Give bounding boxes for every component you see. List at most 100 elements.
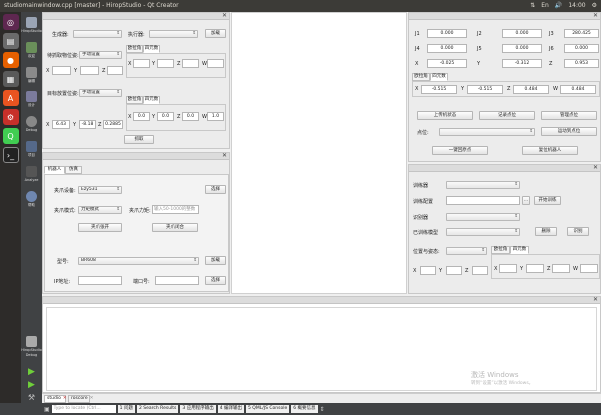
train-config-input[interactable]	[446, 196, 520, 205]
record-point-button[interactable]: 记录点位	[479, 111, 535, 120]
tab-quaternion-state[interactable]: 四元数	[430, 73, 448, 81]
mode-edit[interactable]: 编辑	[21, 64, 42, 89]
vision-qy-input[interactable]	[526, 264, 544, 273]
mode-debug[interactable]: Debug	[21, 113, 42, 138]
pick-pose-mode-combo[interactable]: 手动设置	[79, 51, 122, 59]
pick-qx-input[interactable]	[133, 59, 150, 68]
joint5-value[interactable]: 0.000	[502, 44, 542, 53]
close-icon[interactable]: ✕	[90, 396, 94, 401]
state-qw-value[interactable]: 0.484	[560, 85, 596, 94]
settings-icon[interactable]: ⚙	[2, 109, 19, 125]
vision-z-input[interactable]	[472, 266, 488, 275]
central-viewport[interactable]	[231, 12, 407, 294]
recognizer-combo[interactable]	[446, 213, 520, 221]
tab-euler[interactable]: 欧拉角	[126, 45, 143, 53]
issues-pane-button[interactable]: 1 问题	[117, 405, 135, 413]
tab-euler-vision[interactable]: 欧拉角	[491, 246, 510, 254]
close-icon[interactable]: ✕	[593, 296, 598, 303]
app-output-pane-button[interactable]: 3 应用程序输出	[180, 405, 216, 413]
mode-design[interactable]: 设计	[21, 88, 42, 113]
vision-x-input[interactable]	[420, 266, 436, 275]
joint4-value[interactable]: 0.000	[427, 44, 467, 53]
get-state-button[interactable]: 上传机状态	[417, 111, 473, 120]
mode-projects[interactable]: 项目	[21, 138, 42, 163]
tab-robot[interactable]: 机器人	[44, 166, 65, 174]
model-load-button[interactable]: 加载	[205, 256, 226, 265]
mode-welcome[interactable]: 欢迎	[21, 39, 42, 64]
power-icon[interactable]: ⚙	[592, 0, 597, 12]
trained-model-combo[interactable]	[446, 228, 520, 236]
pose-y-value[interactable]: -0.312	[502, 59, 542, 68]
tab-quaternion-target[interactable]: 四元数	[143, 96, 160, 104]
run-button[interactable]: ▶	[21, 364, 42, 377]
gripper-mode-combo[interactable]: 力矩模式	[78, 206, 122, 214]
pose-z-value[interactable]: 0.953	[564, 59, 599, 68]
files-icon[interactable]: ▤	[2, 33, 19, 49]
vision-qx-input[interactable]	[499, 264, 517, 273]
keyboard-indicator[interactable]: En	[541, 0, 549, 12]
close-icon[interactable]: ✕	[63, 396, 67, 401]
grasp-button[interactable]: 抓取	[124, 135, 154, 144]
debug-run-button[interactable]: ▶	[21, 377, 42, 390]
state-qz-value[interactable]: 0.484	[513, 85, 549, 94]
tab-simulation[interactable]: 仿真	[65, 166, 82, 174]
vision-y-input[interactable]	[446, 266, 462, 275]
close-icon[interactable]: ✕	[222, 152, 227, 159]
gripper-open-button[interactable]: 夹爪张开	[78, 223, 122, 232]
build-button[interactable]: ⚒	[21, 390, 42, 403]
target-qz-input[interactable]: 0.0	[182, 112, 199, 121]
target-x-input[interactable]: 6.43	[52, 120, 70, 129]
mode-help[interactable]: 帮助	[21, 188, 42, 213]
recognize-button[interactable]: 识别	[567, 227, 589, 236]
vision-qz-input[interactable]	[552, 264, 570, 273]
network-icon[interactable]: ⇅	[530, 0, 535, 12]
gripper-select-button[interactable]: 选择	[205, 185, 226, 194]
firefox-icon[interactable]: ●	[2, 52, 19, 68]
state-qy-value[interactable]: -0.515	[467, 85, 503, 94]
pick-qw-input[interactable]	[207, 59, 224, 68]
mode-hiropstudio[interactable]: HiropStudio	[21, 14, 42, 39]
target-z-input[interactable]: 0.2885	[103, 120, 123, 129]
search-results-pane-button[interactable]: 2 Search Results	[136, 405, 179, 413]
pick-qz-input[interactable]	[182, 59, 199, 68]
model-combo[interactable]: BR608	[78, 257, 199, 265]
gripper-device-combo[interactable]: Ezy531	[78, 186, 122, 194]
target-qw-input[interactable]: 1.0	[207, 112, 224, 121]
close-icon[interactable]: ✕	[593, 164, 598, 171]
home-button[interactable]: 一键回原点	[432, 146, 488, 155]
output-tab-studio[interactable]: studio ✕	[44, 395, 67, 403]
browse-button[interactable]: ...	[522, 196, 530, 205]
joint1-value[interactable]: 0.000	[427, 29, 467, 38]
search-icon[interactable]: ◎	[2, 14, 19, 30]
compile-output-pane-button[interactable]: 4 编译输出	[217, 405, 244, 413]
gripper-force-input[interactable]: 输入50-1000的整数	[152, 205, 199, 214]
reset-robot-button[interactable]: 复位机器人	[522, 146, 578, 155]
tab-quaternion[interactable]: 四元数	[143, 45, 160, 53]
general-messages-pane-button[interactable]: 6 概要信息	[291, 405, 318, 413]
target-qy-input[interactable]: 0.0	[157, 112, 174, 121]
kit-selector[interactable]: HiropStudio Debug	[21, 333, 42, 364]
point-combo[interactable]	[439, 128, 535, 136]
state-qx-value[interactable]: -0.515	[421, 85, 457, 94]
qt-creator-icon[interactable]: Q	[2, 128, 19, 144]
move-to-point-button[interactable]: 运动到点位	[541, 127, 597, 136]
pick-qy-input[interactable]	[157, 59, 174, 68]
target-qx-input[interactable]: 0.0	[133, 112, 150, 121]
locator-input[interactable]: Type to locate (Ctrl...	[51, 405, 116, 413]
target-pose-mode-combo[interactable]: 手动设置	[79, 89, 122, 97]
clock[interactable]: 14:00	[568, 0, 585, 12]
trainer-combo[interactable]	[446, 181, 520, 189]
close-icon[interactable]: ✕	[593, 12, 598, 19]
tab-euler-state[interactable]: 欧拉角	[412, 73, 430, 81]
executor-combo[interactable]	[149, 30, 198, 38]
software-center-icon[interactable]: A	[2, 90, 19, 106]
ip-input[interactable]	[78, 276, 122, 285]
office-icon[interactable]: ▦	[2, 71, 19, 87]
pick-x-input[interactable]	[52, 66, 71, 75]
joint6-value[interactable]: 0.000	[564, 44, 599, 53]
start-training-button[interactable]: 开始训练	[534, 196, 561, 205]
connect-select-button[interactable]: 选择	[205, 276, 226, 285]
vision-qw-input[interactable]	[580, 264, 598, 273]
pose-mode-combo[interactable]	[446, 247, 487, 255]
port-input[interactable]	[155, 276, 199, 285]
